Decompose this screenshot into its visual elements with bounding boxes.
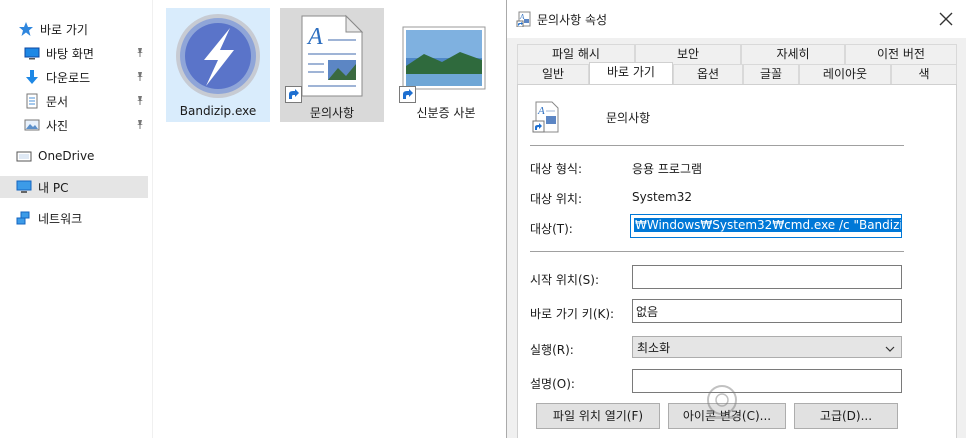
cloud-icon: [16, 148, 32, 164]
comment-input[interactable]: [632, 369, 902, 393]
properties-dialog: A 문의사항 속성 파일 해시 보안 자세히 이전 버전 일반 바로 가기 옵션…: [506, 0, 966, 438]
run-select-value: 최소화: [637, 341, 671, 355]
nav-network[interactable]: 네트워크: [16, 207, 82, 229]
computer-icon: [16, 179, 32, 195]
file-name: 문의사항: [309, 106, 355, 120]
title-bar: A 문의사항 속성: [507, 0, 966, 38]
shortcut-file-icon: A: [516, 11, 532, 30]
watermark-logo-icon: [700, 382, 744, 426]
target-input-value: ₩Windows₩System32₩cmd.exe /c "Bandizip.e…: [634, 218, 901, 232]
star-icon: [18, 21, 34, 37]
advanced-button[interactable]: 고급(D)...: [794, 403, 898, 429]
file-item-bandizip[interactable]: Bandizip.exe: [166, 8, 270, 122]
navigation-pane: 바로 가기 바탕 화면 다운로드 문서 사진 OneDrive 내 PC 네트워…: [0, 0, 152, 438]
nav-documents[interactable]: 문서: [24, 90, 68, 112]
svg-text:A: A: [306, 24, 323, 50]
nav-label: 바로 가기: [40, 22, 88, 37]
nav-label: 내 PC: [38, 180, 69, 195]
tabs-row-bottom: 일반 바로 가기 옵션 글꼴 레이아웃 색: [517, 62, 957, 84]
tab-security[interactable]: 보안: [635, 44, 741, 64]
download-arrow-icon: [24, 69, 40, 85]
tab-font[interactable]: 글꼴: [743, 64, 799, 84]
pin-icon[interactable]: [134, 94, 146, 106]
desktop-icon: [24, 45, 40, 61]
separator: [530, 251, 904, 252]
start-in-input[interactable]: [632, 265, 902, 289]
target-location-value: System32: [632, 190, 693, 204]
target-label: 대상(T):: [530, 222, 573, 236]
nav-desktop[interactable]: 바탕 화면: [24, 42, 94, 64]
lightning-orb-icon: [174, 12, 262, 103]
nav-onedrive[interactable]: OneDrive: [16, 145, 94, 167]
tab-details[interactable]: 자세히: [741, 44, 845, 64]
shortcut-arrow-icon: [399, 86, 416, 103]
tab-shortcut[interactable]: 바로 가기: [589, 62, 673, 84]
tabs-row-top: 파일 해시 보안 자세히 이전 버전: [517, 44, 957, 64]
nav-label: 사진: [46, 118, 69, 133]
hotkey-label: 바로 가기 키(K):: [530, 307, 615, 321]
target-type-value: 응용 프로그램: [632, 162, 703, 176]
picture-icon: [24, 117, 40, 133]
document-icon: [24, 93, 40, 109]
pin-icon[interactable]: [134, 46, 146, 58]
target-input[interactable]: ₩Windows₩System32₩cmd.exe /c "Bandizip.e…: [630, 214, 902, 238]
file-name: 신분증 사본: [416, 106, 476, 120]
pin-icon[interactable]: [134, 70, 146, 82]
chevron-down-icon: [885, 343, 895, 353]
file-name: Bandizip.exe: [179, 104, 257, 118]
comment-label: 설명(O):: [530, 377, 575, 391]
dialog-title: 문의사항 속성: [537, 13, 608, 27]
nav-quick-access[interactable]: 바로 가기: [18, 18, 88, 40]
target-location-label: 대상 위치:: [530, 192, 583, 206]
nav-pictures[interactable]: 사진: [24, 114, 68, 136]
pane-divider: [152, 0, 153, 438]
picture-icon: [402, 26, 486, 93]
shortcut-arrow-icon: [285, 86, 302, 103]
run-select[interactable]: 최소화: [632, 336, 902, 358]
svg-text:A: A: [537, 105, 545, 117]
tab-options[interactable]: 옵션: [673, 64, 743, 84]
tab-layout[interactable]: 레이아웃: [799, 64, 891, 84]
file-item-inquiry-shortcut[interactable]: A 문의사항: [280, 8, 384, 122]
run-label: 실행(R):: [530, 343, 574, 357]
hotkey-input[interactable]: 없음: [632, 299, 902, 323]
network-icon: [16, 210, 32, 226]
shortcut-large-icon: A: [532, 101, 562, 136]
nav-label: 바탕 화면: [46, 46, 94, 61]
document-icon: A: [300, 14, 364, 101]
nav-label: 문서: [46, 94, 69, 109]
file-item-id-copy[interactable]: 신분증 사본: [394, 8, 498, 122]
tab-general[interactable]: 일반: [517, 64, 589, 84]
nav-downloads[interactable]: 다운로드: [24, 66, 90, 88]
pin-icon[interactable]: [134, 118, 146, 130]
nav-label: 다운로드: [46, 70, 91, 85]
open-file-location-button[interactable]: 파일 위치 열기(F): [536, 403, 660, 429]
tab-file-hash[interactable]: 파일 해시: [517, 44, 635, 64]
nav-this-pc[interactable]: 내 PC: [0, 176, 148, 198]
tab-previous-versions[interactable]: 이전 버전: [845, 44, 957, 64]
start-in-label: 시작 위치(S):: [530, 273, 599, 287]
separator: [530, 145, 904, 146]
tab-colors[interactable]: 색: [891, 64, 957, 84]
shortcut-name: 문의사항: [606, 111, 651, 125]
nav-label: 네트워크: [38, 211, 83, 226]
close-icon[interactable]: [937, 10, 955, 28]
target-type-label: 대상 형식:: [530, 162, 583, 176]
nav-label: OneDrive: [38, 149, 95, 163]
